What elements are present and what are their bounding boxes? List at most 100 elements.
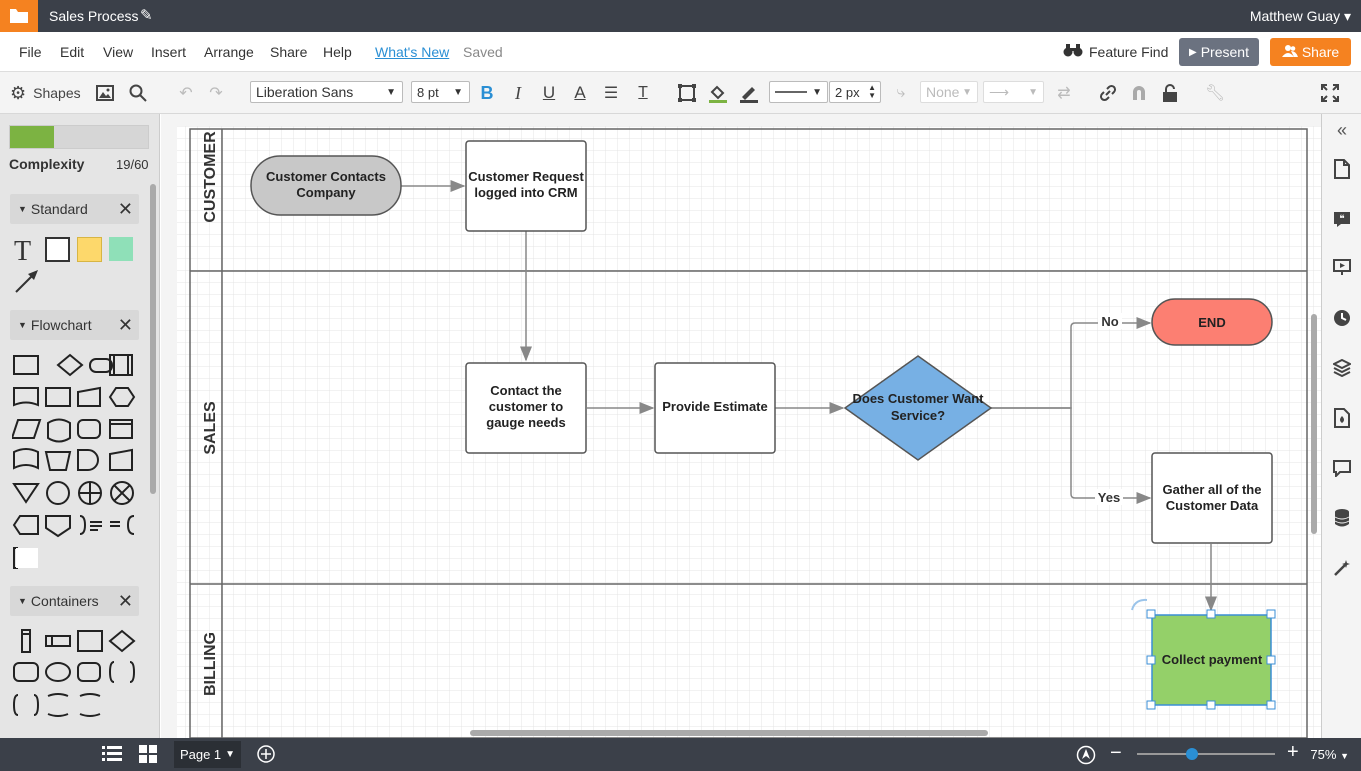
node-label-request-logged[interactable]: Customer Request logged into CRM [468,169,584,200]
close-icon[interactable]: ✕ [118,315,133,336]
line-color-icon[interactable] [738,80,760,106]
comment-icon[interactable] [1332,458,1352,478]
theme-drop-icon[interactable] [1332,408,1352,428]
complexity-value: 19/60 [116,157,149,172]
section-flowchart-header[interactable]: ▼ Flowchart ✕ [10,310,139,340]
grid-view-icon[interactable] [139,745,157,768]
presentation-icon[interactable] [1332,257,1352,277]
text-shape-icon[interactable]: T [14,236,31,268]
image-icon[interactable] [94,80,116,106]
zoom-slider-thumb[interactable] [1186,748,1199,760]
menu-file[interactable]: File [19,44,42,60]
line-width-stepper[interactable]: 2 px ▲ ▼ [829,81,881,103]
rename-pencil-icon[interactable]: ✎ [140,6,153,24]
diagram-canvas[interactable]: CUSTOMER SALES BILLING No Yes Customer C… [161,114,1321,738]
node-label-request-1: Customer Request [468,169,584,184]
underline-button[interactable]: U [538,80,560,106]
close-icon[interactable]: ✕ [118,199,133,220]
panel-scrollbar[interactable] [150,184,156,494]
menu-view[interactable]: View [103,44,133,60]
chevron-down-icon: ▼ [812,86,822,98]
chevron-down-icon: ▼ [1340,751,1349,761]
user-menu[interactable]: Matthew Guay ▾ [1250,8,1351,25]
zoom-level[interactable]: 75% ▼ [1310,747,1349,762]
quote-icon[interactable]: ❝ [1332,209,1352,229]
line-style-icon [775,91,807,93]
edge-label-yes[interactable]: Yes [1098,490,1120,505]
swap-arrows-icon[interactable]: ⇄ [1053,80,1075,106]
arrow-start-select[interactable]: None ▼ [920,81,978,103]
sticky-note-icon[interactable] [77,237,102,262]
section-flowchart-title: Flowchart [30,317,92,333]
node-label-gather-data[interactable]: Gather all of the Customer Data [1163,482,1262,513]
lane-label-billing[interactable]: BILLING [202,632,219,696]
menu-share[interactable]: Share [270,44,307,60]
link-icon[interactable] [1097,80,1119,106]
shape-border-icon[interactable] [676,80,698,106]
italic-button[interactable]: I [507,80,529,106]
font-family-select[interactable]: Liberation Sans ▼ [250,81,403,103]
text-options-icon[interactable]: T̲ [631,80,655,106]
node-label-end[interactable]: END [1198,315,1225,330]
document-title[interactable]: Sales Process [49,8,138,24]
flowchart-shapes-grid[interactable] [10,352,138,575]
magnet-icon[interactable] [1128,80,1150,106]
text-color-button[interactable]: A [569,80,591,106]
menu-arrange[interactable]: Arrange [204,44,254,60]
horizontal-scrollbar[interactable] [470,730,988,736]
vertical-scrollbar[interactable] [1311,314,1317,534]
folder-icon[interactable] [0,0,38,32]
edge-label-no[interactable]: No [1101,314,1118,329]
section-containers-header[interactable]: ▼ Containers ✕ [10,586,139,616]
node-label-contact-customer[interactable]: Contact the customer to gauge needs [486,383,565,430]
line-style-select[interactable]: ▼ [769,81,828,103]
layers-icon[interactable] [1332,358,1352,378]
color-block-icon[interactable] [109,237,133,261]
arrow-line-icon[interactable] [14,268,40,299]
database-icon[interactable] [1332,508,1352,528]
fullscreen-icon[interactable] [1318,80,1342,106]
triangle-down-icon: ▼ [18,596,27,606]
font-size-select[interactable]: 8 pt ▼ [411,81,470,103]
page-tab[interactable]: Page 1 ▼ [174,741,241,768]
undo-icon[interactable]: ↶ [174,80,198,106]
feature-find-button[interactable]: Feature Find [1063,43,1168,60]
whats-new-link[interactable]: What's New [375,44,449,60]
menu-edit[interactable]: Edit [60,44,84,60]
history-clock-icon[interactable] [1332,308,1352,328]
redo-icon[interactable]: ↷ [204,80,228,106]
close-icon[interactable]: ✕ [118,591,133,612]
container-shapes-grid[interactable] [12,628,138,729]
lane-label-customer[interactable]: CUSTOMER [202,131,219,223]
collapse-chevron-icon[interactable]: « [1332,120,1352,140]
node-label-customer-contacts-2: Company [296,185,356,200]
share-button[interactable]: Share [1270,38,1351,66]
arrow-end-select[interactable]: ⟶ ▼ [983,81,1044,103]
menu-insert[interactable]: Insert [151,44,186,60]
navigator-icon[interactable] [1076,745,1096,770]
rectangle-shape-icon[interactable] [45,237,70,262]
zoom-slider-track[interactable] [1137,753,1275,755]
search-icon[interactable] [126,80,150,106]
magic-wand-icon[interactable] [1332,558,1352,578]
zoom-in-icon[interactable]: + [1287,741,1299,764]
diagram-svg[interactable]: CUSTOMER SALES BILLING No Yes Customer C… [161,114,1321,738]
menu-help[interactable]: Help [323,44,352,60]
lane-label-sales[interactable]: SALES [202,401,219,455]
align-icon[interactable]: ☰ [600,80,622,106]
node-label-provide-estimate[interactable]: Provide Estimate [662,399,768,414]
shapes-toggle[interactable]: ⚙ Shapes [10,80,81,106]
saved-status: Saved [463,44,503,60]
zoom-out-icon[interactable]: − [1110,742,1122,765]
section-standard-header[interactable]: ▼ Standard ✕ [10,194,139,224]
bold-button[interactable]: B [476,80,498,106]
add-page-icon[interactable] [257,745,275,768]
list-view-icon[interactable] [102,745,122,768]
unlock-icon[interactable] [1159,80,1181,106]
node-label-collect-payment[interactable]: Collect payment [1162,652,1263,667]
connector-style-icon[interactable]: ⤷ [890,80,912,106]
present-button[interactable]: ▶ Present [1179,38,1259,66]
wrench-icon[interactable]: 🔧︎ [1204,80,1226,106]
fill-color-icon[interactable] [707,80,729,106]
page-icon[interactable] [1332,159,1352,179]
